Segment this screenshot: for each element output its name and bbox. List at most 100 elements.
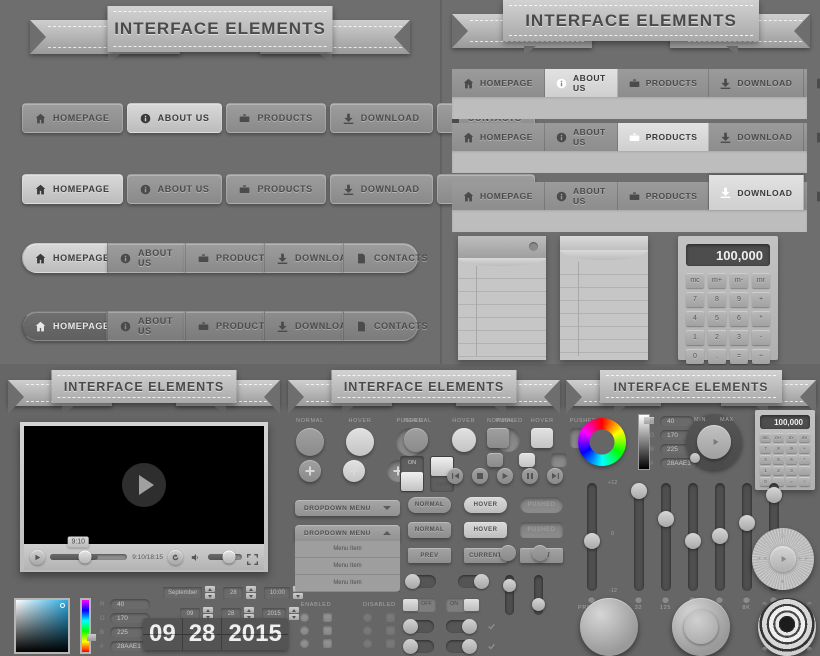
tab-about-us[interactable]: ABOUT US [545,123,618,151]
pill-button-row[interactable]: NORMAL HOVER PUSHED [408,497,563,513]
calculator-key[interactable]: + [799,444,810,453]
calculator-key[interactable]: 7 [760,444,771,453]
toggle-switch-off[interactable] [405,574,436,589]
nav-item-products[interactable]: PRODUCTS [226,103,326,133]
rounded-toggle-off[interactable] [403,619,434,634]
progress-slider[interactable]: 9:10 [50,536,128,564]
nav-item-contacts[interactable]: CONTACTS [343,243,428,273]
volume-knob-medium[interactable] [672,598,730,656]
toggle-row-3[interactable] [403,619,495,634]
pager-prev-button[interactable]: PREV [408,548,451,563]
tab-contacts[interactable]: CONTACTS [804,69,820,97]
calculator-key[interactable]: - [752,330,770,345]
nav-item-download[interactable]: DOWNLOAD [264,243,353,273]
calculator-key[interactable]: + [752,292,770,307]
tab-bar-3[interactable]: HOMEPAGE ABOUT US PRODUCTS DOWNLOAD CONT… [452,175,820,232]
spinner-down[interactable] [293,593,304,599]
hue-slider[interactable] [80,598,96,654]
nav-item-download[interactable]: DOWNLOAD [329,103,433,133]
vertical-switch-on[interactable]: ON [400,456,424,492]
eq-slider[interactable] [684,483,701,591]
dropdown-collapsed[interactable]: DROPDOWN MENU [295,500,400,516]
toggle-handle[interactable] [403,639,418,654]
small-square-normal[interactable] [487,453,503,467]
video-screen[interactable] [24,426,264,544]
rect-button-row[interactable]: NORMAL HOVER PUSHED [408,522,563,538]
color-picker-gradient[interactable] [14,598,70,654]
tab-about-us[interactable]: ABOUT US [544,69,618,97]
nav-item-products[interactable]: PRODUCTS [185,243,271,273]
rotary-knob[interactable]: MIN MAX [686,414,742,470]
spinner-arrows[interactable] [289,607,299,620]
eq-handle[interactable] [657,511,674,528]
circle-button-normal[interactable] [404,428,428,452]
tab-homepage[interactable]: HOMEPAGE [452,182,545,210]
tab-about-us[interactable]: ABOUT US [545,182,618,210]
progress-handle[interactable]: 9:10 [67,536,92,564]
spinner-up[interactable] [203,607,213,613]
mini-round-group[interactable] [500,545,548,561]
nav-item-homepage[interactable]: HOMEPAGE [22,103,123,133]
toggle-handle[interactable] [405,574,420,589]
navigation-wheel[interactable]: || ■ ◄◄ ►► [752,528,814,590]
toggle-handle[interactable] [462,619,477,634]
eq-handle[interactable] [711,528,728,545]
eq-band[interactable]: 32 [625,483,652,611]
spinner-down[interactable] [246,593,257,599]
notepad-2[interactable] [560,236,648,360]
dropdown-expanded[interactable]: DROPDOWN MENU Menu Item Menu Item Menu I… [295,525,400,592]
radio-checked[interactable] [300,626,309,635]
nav-item-products[interactable]: PRODUCTS [185,311,271,341]
switch-lever[interactable] [401,472,423,491]
rounded-toggle-on-2[interactable] [446,639,477,654]
nav-item-about-us[interactable]: ABOUT US [107,243,185,273]
rounded-toggle-on[interactable] [446,619,477,634]
pill-button-hover[interactable]: HOVER [464,497,507,513]
tab-download[interactable]: DOWNLOAD [709,175,805,210]
calculator-key[interactable]: ÷ [752,349,770,364]
calculator-key[interactable]: 9 [786,444,797,453]
rect-button-normal[interactable]: NORMAL [408,522,451,538]
mini-vertical-slider-1[interactable] [503,575,516,615]
round-button-normal[interactable] [296,428,324,456]
toggle-row-2[interactable]: OFF ON [402,598,480,612]
day-value[interactable]: 28 [223,586,244,599]
calculator-key[interactable]: = [786,477,797,486]
tab-bar-2[interactable]: HOMEPAGE ABOUT US PRODUCTS DOWNLOAD CONT… [452,123,820,173]
nav-bar-pill-light[interactable]: HOMEPAGE ABOUT US PRODUCTS DOWNLOAD CONT… [22,243,428,273]
radio-unchecked[interactable] [300,613,309,622]
calculator-1[interactable]: 100,000 mc m+ m- mr 7 8 9 + 4 5 6 * 1 2 … [678,236,778,364]
toggle-row-1[interactable] [405,574,489,589]
month-spinner[interactable]: September [163,586,216,599]
nav-item-about-us[interactable]: ABOUT US [107,311,185,341]
eq-slider[interactable] [630,483,647,591]
checkbox-checkmark[interactable] [323,639,332,648]
calculator-key[interactable]: * [799,455,810,464]
calculator-key[interactable]: 1 [760,466,771,475]
nav-item-contacts[interactable]: CONTACTS [343,311,428,341]
color-field-value[interactable]: 40 [110,599,150,610]
calculator-key[interactable]: 6 [730,311,748,326]
calculator-key[interactable]: * [752,311,770,326]
eq-handle[interactable] [630,483,647,499]
eq-handle[interactable] [765,487,782,504]
plus-button-hover[interactable] [343,460,365,482]
fullscreen-button[interactable] [247,552,258,565]
pill-button-normal[interactable]: NORMAL [408,497,451,513]
labeled-toggle-off[interactable]: OFF [402,598,436,612]
mini-vertical-slider-2[interactable] [532,575,545,615]
volume-knob-large[interactable] [580,598,638,656]
calculator-key[interactable]: = [730,349,748,364]
nav-item-download[interactable]: DOWNLOAD [329,174,433,204]
calculator-key[interactable]: 5 [708,311,726,326]
eq-slider[interactable] [583,483,600,591]
tab-contacts[interactable]: CONTACTS [804,123,820,151]
tab-download[interactable]: DOWNLOAD [709,69,805,97]
calculator-key[interactable]: 2 [773,466,784,475]
dropdown-menu-item[interactable]: Menu Item [295,558,400,575]
value-brightness-bar[interactable] [638,414,654,470]
small-square-pushed[interactable] [551,453,567,467]
time-value[interactable]: 10:00 [264,586,291,599]
tab-products[interactable]: PRODUCTS [618,69,710,97]
calculator-keypad[interactable]: mc m+ m- mr 7 8 9 + 4 5 6 * 1 2 3 - 0 . … [760,433,810,486]
